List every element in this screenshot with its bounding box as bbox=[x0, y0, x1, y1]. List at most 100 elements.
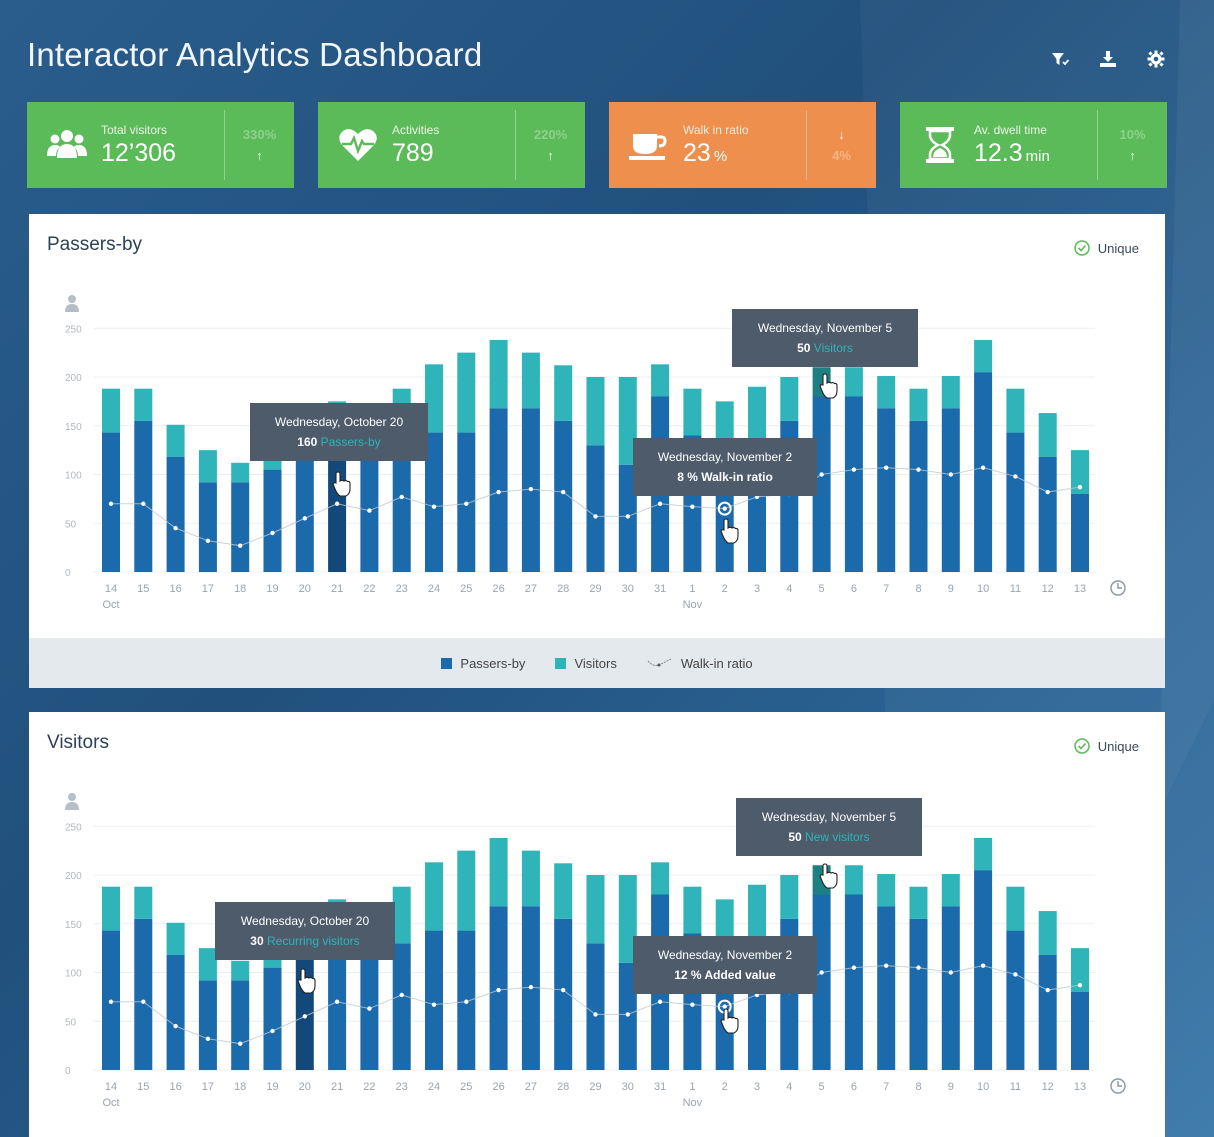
bar-visitors bbox=[166, 922, 185, 955]
kpi-value: 23% bbox=[683, 138, 728, 167]
x-tick-label: 23 bbox=[396, 1081, 408, 1093]
download-icon[interactable] bbox=[1099, 50, 1117, 68]
x-tick-label: 21 bbox=[331, 1081, 343, 1093]
ratio-point bbox=[367, 508, 372, 513]
tooltip-number: 50 bbox=[788, 830, 805, 844]
bar-visitors bbox=[748, 386, 766, 441]
bar-visitors bbox=[941, 874, 960, 907]
x-tick-label: 14 bbox=[105, 583, 117, 595]
bar-visitors bbox=[683, 886, 702, 934]
person-icon bbox=[65, 793, 79, 810]
x-tick-label: 29 bbox=[589, 583, 601, 595]
bar-visitors bbox=[780, 377, 799, 421]
tooltip: Wednesday, November 5 50 Visitors bbox=[732, 309, 918, 367]
x-tick-label: 5 bbox=[819, 583, 825, 595]
x-tick-label: 26 bbox=[492, 583, 504, 595]
kpi-value: 789 bbox=[392, 138, 434, 167]
bar-visitors bbox=[909, 388, 928, 421]
y-tick-label: 50 bbox=[65, 519, 77, 530]
bar-passers bbox=[198, 482, 217, 572]
bar-visitors bbox=[231, 960, 250, 981]
bar-visitors bbox=[425, 862, 443, 931]
filter-icon[interactable] bbox=[1051, 50, 1069, 68]
tooltip: Wednesday, October 20 30 Recurring visito… bbox=[215, 902, 395, 960]
people-icon bbox=[45, 123, 89, 167]
ratio-point bbox=[980, 963, 986, 968]
x-tick-label: 21 bbox=[331, 583, 343, 595]
y-tick-label: 0 bbox=[65, 568, 71, 579]
x-tick-label: 31 bbox=[654, 1081, 666, 1093]
x-tick-label: 28 bbox=[557, 1081, 569, 1093]
kpi-dwell-time[interactable]: Av. dwell time 12.3 min 10% ↑ bbox=[900, 102, 1167, 188]
ratio-point bbox=[948, 472, 953, 477]
ratio-point bbox=[334, 501, 340, 506]
bar-visitors bbox=[683, 388, 702, 436]
legend-item-visitors[interactable]: Visitors bbox=[555, 656, 617, 671]
page-title: Interactor Analytics Dashboard bbox=[27, 36, 483, 73]
bar-passers bbox=[1071, 494, 1089, 572]
bar-visitors bbox=[198, 450, 217, 483]
bar-passers bbox=[166, 456, 185, 572]
bar-passers bbox=[425, 930, 443, 1070]
y-tick-label: 150 bbox=[65, 920, 82, 931]
arrow-up-icon: ↑ bbox=[256, 148, 263, 163]
bar-visitors bbox=[489, 339, 508, 409]
x-tick-label: 18 bbox=[234, 583, 246, 595]
arrow-up-icon: ↑ bbox=[1129, 148, 1136, 163]
x-tick-label: 15 bbox=[137, 583, 149, 595]
ratio-point bbox=[916, 467, 921, 472]
x-tick-label: 16 bbox=[169, 1081, 181, 1093]
ratio-point bbox=[561, 987, 566, 993]
kpi-activities[interactable]: Activities 789 220% ↑ bbox=[318, 102, 585, 188]
bar-visitors bbox=[166, 424, 185, 457]
kpi-delta: 10% ↑ bbox=[1097, 110, 1167, 180]
gear-icon[interactable] bbox=[1147, 50, 1165, 68]
bar-passers bbox=[263, 469, 282, 572]
ratio-point bbox=[270, 1028, 275, 1034]
ratio-point bbox=[561, 489, 566, 495]
kpi-walk-in-ratio[interactable]: Walk in ratio 23% ↓ 4% bbox=[609, 102, 876, 188]
ratio-point bbox=[1013, 474, 1018, 479]
kpi-label: Activities bbox=[392, 122, 440, 137]
tooltip-value: 30 Recurring visitors bbox=[250, 934, 359, 948]
bar-passers bbox=[1006, 930, 1025, 1070]
bar-visitors bbox=[974, 837, 993, 871]
bar-visitors bbox=[134, 388, 153, 421]
ratio-point bbox=[205, 1036, 211, 1041]
x-tick-label: 23 bbox=[396, 583, 408, 595]
x-tick-label: 9 bbox=[948, 1081, 954, 1093]
x-tick-label: 4 bbox=[786, 1081, 792, 1093]
ratio-point bbox=[819, 472, 824, 477]
x-tick-label: 30 bbox=[622, 583, 634, 595]
tooltip-number: 160 bbox=[297, 435, 320, 449]
ratio-point bbox=[238, 543, 243, 548]
x-tick-label: 26 bbox=[492, 1081, 504, 1093]
bar-visitors bbox=[844, 367, 863, 397]
bar-passers bbox=[392, 445, 411, 572]
ratio-point bbox=[1077, 484, 1083, 490]
x-tick-label: 31 bbox=[654, 583, 666, 595]
hourglass-icon bbox=[918, 123, 962, 167]
x-tick-label: 25 bbox=[460, 1081, 472, 1093]
bar-passers bbox=[198, 980, 217, 1070]
kpi-percent: 330% bbox=[242, 127, 277, 142]
bar-visitors bbox=[780, 875, 799, 919]
ratio-point bbox=[690, 504, 695, 509]
ratio-point bbox=[948, 970, 953, 975]
bar-visitors bbox=[102, 388, 120, 433]
ratio-point bbox=[270, 530, 275, 536]
legend-item-passers-by[interactable]: Passers-by bbox=[441, 656, 525, 671]
bar-visitors bbox=[909, 886, 928, 919]
bar-passers bbox=[909, 420, 928, 572]
x-tick-label: 20 bbox=[299, 583, 311, 595]
tooltip-box bbox=[633, 438, 817, 496]
legend-item-walk-in-ratio[interactable]: Walk-in ratio bbox=[647, 656, 753, 671]
y-tick-label: 150 bbox=[65, 422, 82, 433]
ratio-point bbox=[528, 486, 534, 492]
ratio-point bbox=[980, 465, 986, 470]
passers-by-chart: 05010015020025014 15 16 17 18 19 20 21 22 23 24 25 2… bbox=[65, 295, 1126, 611]
bar-visitors bbox=[457, 352, 476, 433]
ratio-point bbox=[367, 1006, 372, 1011]
clock-icon bbox=[1110, 1078, 1126, 1094]
kpi-total-visitors[interactable]: Total visitors 12’306 330% ↑ bbox=[27, 102, 294, 188]
